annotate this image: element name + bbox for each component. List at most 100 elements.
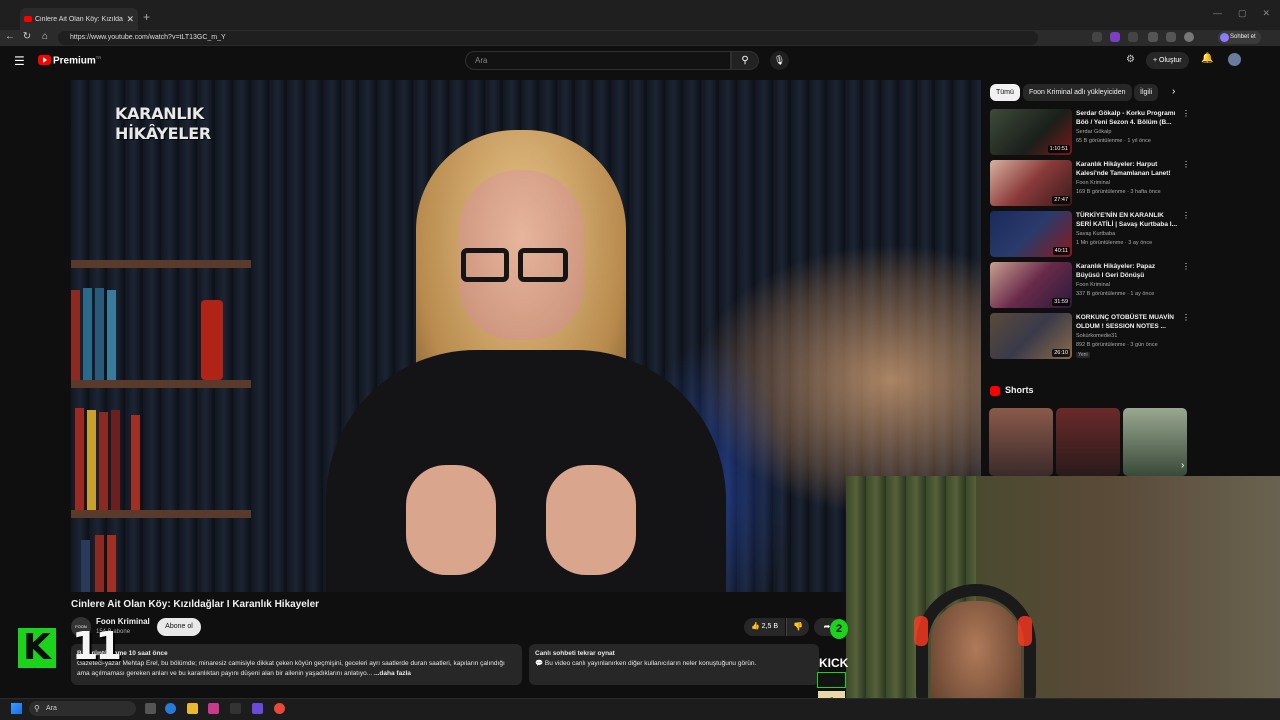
youtube-logo-icon[interactable]: [38, 55, 51, 65]
menu-icon[interactable]: ☰: [14, 54, 25, 68]
url-field[interactable]: https://www.youtube.com/watch?v=tLT13GC_…: [58, 31, 1038, 45]
duration: 31:59: [1052, 298, 1070, 306]
reload-icon[interactable]: ↻: [20, 31, 34, 42]
more-options-icon[interactable]: ⋮: [1182, 262, 1190, 271]
microphone-icon: 🎙: [773, 55, 786, 65]
watermark-line-2: HİKÂYELER: [115, 124, 211, 143]
recommendation-title: Karanlık Hikâyeler: Papaz Büyüsü I Geri …: [1076, 263, 1156, 279]
stream-counter: 11: [72, 624, 122, 668]
chip-from-uploader[interactable]: Foon Kriminal adlı yükleyiciden: [1023, 84, 1132, 101]
recommendation-title: KORKUNÇ OTOBÜSTE MUAVİN OLDUM ! SESSION …: [1076, 314, 1174, 330]
stream-badge: 2: [830, 619, 848, 639]
video-thumbnail: 40:11: [990, 211, 1072, 257]
more-options-icon[interactable]: ⋮: [1182, 211, 1190, 220]
tab-close-icon[interactable]: ✕: [126, 14, 138, 25]
duration: 1:10:51: [1047, 145, 1070, 153]
taskbar-search-placeholder: Ara: [46, 705, 57, 712]
recommendation-channel: Foon Kriminal: [1076, 282, 1110, 288]
short-thumbnail[interactable]: [989, 408, 1053, 476]
duration: 40:11: [1052, 247, 1070, 255]
video-player[interactable]: KARANLIK HİKÂYELER: [71, 80, 981, 592]
more-options-icon[interactable]: ⋮: [1182, 109, 1190, 118]
search-input[interactable]: Ara: [465, 51, 731, 70]
app-icon[interactable]: [252, 703, 263, 714]
task-view-icon[interactable]: [145, 703, 156, 714]
live-chat-text: Bu video canlı yayınlanırken diğer kulla…: [544, 660, 757, 667]
recommendation-meta: 169 B görüntülenme · 3 hafta önce: [1076, 189, 1161, 195]
windows-start-icon[interactable]: [11, 703, 22, 714]
file-explorer-icon[interactable]: [187, 703, 198, 714]
chip-related[interactable]: İlgili: [1134, 84, 1159, 101]
copilot-chat-button[interactable]: Sohbet et: [1218, 31, 1261, 44]
search-button[interactable]: ⚲: [731, 51, 759, 70]
new-tab-button[interactable]: +: [143, 10, 150, 24]
browser-tab[interactable]: Cinlere Ait Olan Köy: Kızıldağ... ✕: [20, 8, 138, 30]
create-button[interactable]: + Oluştur: [1146, 52, 1189, 69]
recommendation-channel: Serdar Gökalp: [1076, 129, 1112, 135]
duration: 27:47: [1052, 196, 1070, 204]
logo-text: Premium: [53, 55, 96, 67]
extension-icon[interactable]: [1092, 32, 1102, 42]
recommendation-title: Serdar Gökalp - Korku Programı Böö / Yen…: [1076, 110, 1176, 126]
extension-icon[interactable]: [1128, 32, 1138, 42]
browser-titlebar: [0, 0, 1280, 30]
recommendation-item[interactable]: 40:11 TÜRKİYE'NİN EN KARANLIK SERİ KATİL…: [990, 211, 1190, 260]
edge-icon[interactable]: [165, 703, 176, 714]
app-icon[interactable]: [208, 703, 219, 714]
streamer-webcam-overlay: [846, 476, 1280, 720]
show-more-link[interactable]: ...daha fazla: [374, 670, 411, 677]
minimize-icon[interactable]: —: [1213, 8, 1222, 19]
notifications-bell-icon[interactable]: 🔔: [1201, 53, 1213, 64]
close-window-icon[interactable]: ✕: [1262, 8, 1270, 19]
shorts-icon: [990, 386, 1000, 396]
youtube-favicon-icon: [24, 16, 32, 22]
kick-logo-icon: K: [18, 628, 56, 668]
create-label: Oluştur: [1159, 57, 1182, 64]
watermark-line-1: KARANLIK: [115, 104, 205, 123]
live-chat-replay-box[interactable]: Canlı sohbeti tekrar oynat 💬 Bu video ca…: [529, 644, 819, 685]
favorites-icon[interactable]: [1166, 32, 1176, 42]
window-controls: — ▢ ✕: [1213, 8, 1270, 19]
recommendation-item[interactable]: 27:47 Karanlık Hikâyeler: Harput Kalesi'…: [990, 160, 1190, 209]
dislike-button[interactable]: 👎: [786, 618, 809, 636]
extension-icon[interactable]: [1148, 32, 1158, 42]
extension-icon[interactable]: [1110, 32, 1120, 42]
shorts-heading: Shorts: [1005, 385, 1034, 395]
app-icon[interactable]: [230, 703, 241, 714]
taskbar-search[interactable]: ⚲ Ara: [29, 701, 136, 716]
app-icon[interactable]: [274, 703, 285, 714]
shorts-next-icon[interactable]: ›: [1181, 460, 1184, 471]
live-chat-title: Canlı sohbeti tekrar oynat: [535, 650, 615, 657]
video-thumbnail: 27:47: [990, 160, 1072, 206]
short-thumbnail[interactable]: [1123, 408, 1187, 476]
tab-title: Cinlere Ait Olan Köy: Kızıldağ...: [35, 15, 124, 23]
like-button[interactable]: 👍 2,5 B: [744, 618, 786, 636]
recommendation-item[interactable]: 26:10 KORKUNÇ OTOBÜSTE MUAVİN OLDUM ! SE…: [990, 313, 1190, 362]
more-options-icon[interactable]: ⋮: [1182, 160, 1190, 169]
account-avatar[interactable]: [1228, 53, 1241, 66]
voice-search-button[interactable]: 🎙: [770, 51, 789, 70]
thumbs-up-icon: 👍: [751, 623, 760, 630]
copilot-icon: [1220, 33, 1229, 42]
more-options-icon[interactable]: ⋮: [1182, 313, 1190, 322]
chip-all[interactable]: Tümü: [990, 84, 1020, 101]
recommendation-meta: 65 B görüntülenme · 1 yıl önce: [1076, 138, 1151, 144]
chat-icon: 💬: [535, 660, 544, 667]
back-icon[interactable]: ←: [3, 31, 17, 42]
profile-icon[interactable]: [1184, 32, 1194, 42]
extension-gear-icon[interactable]: ⚙: [1126, 54, 1135, 65]
maximize-icon[interactable]: ▢: [1238, 8, 1247, 19]
subscribe-button[interactable]: Abone ol: [157, 618, 201, 636]
kick-progress-box: [817, 672, 846, 688]
kick-label: KICK: [819, 656, 849, 670]
recommendation-channel: Foon Kriminal: [1076, 180, 1110, 186]
short-thumbnail[interactable]: [1056, 408, 1120, 476]
description-text: Gazeteci-yazar Mehtap Erel, bu bölümde; …: [77, 660, 505, 677]
youtube-premium-logo[interactable]: PremiumTR: [53, 55, 101, 66]
recommendation-item[interactable]: 31:59 Karanlık Hikâyeler: Papaz Büyüsü I…: [990, 262, 1190, 311]
description-box[interactable]: B görüntülenme 10 saat önce Gazeteci-yaz…: [71, 644, 522, 685]
home-icon[interactable]: ⌂: [38, 31, 52, 42]
chevron-right-icon[interactable]: ›: [1172, 86, 1175, 97]
video-presenter: [326, 130, 726, 592]
recommendation-item[interactable]: 1:10:51 Serdar Gökalp - Korku Programı B…: [990, 109, 1190, 158]
